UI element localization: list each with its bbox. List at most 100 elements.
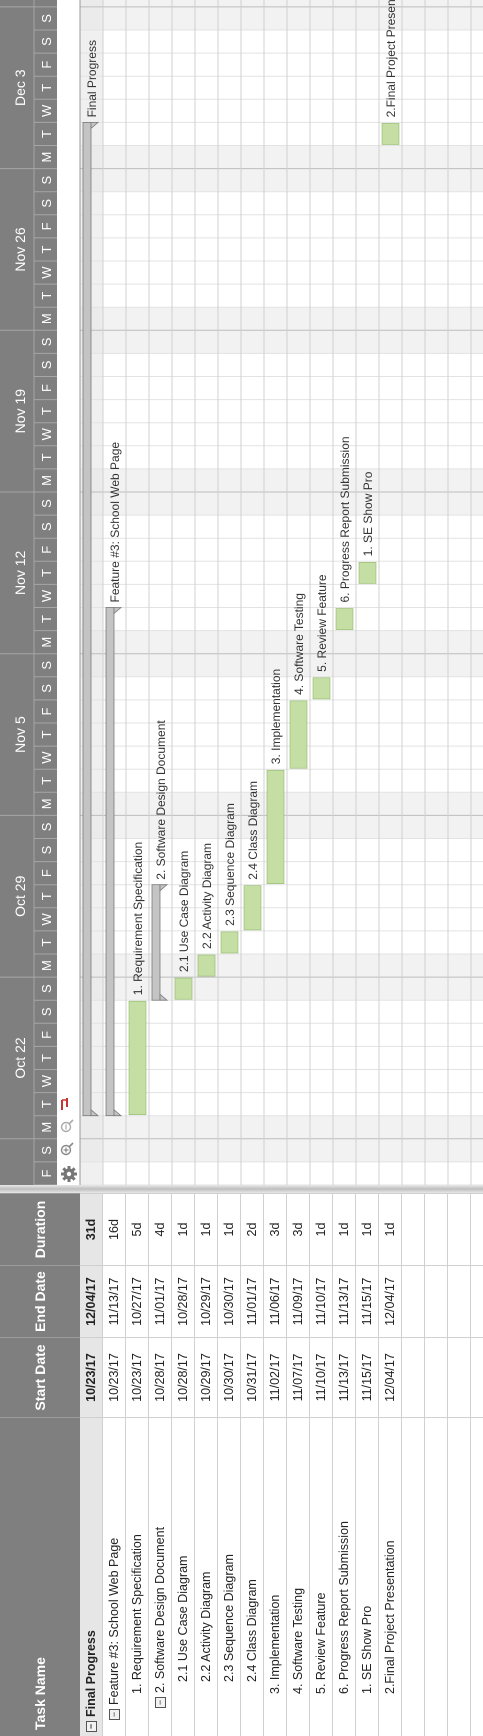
task-start-cell: 10/30/17: [218, 1337, 240, 1417]
table-row[interactable]: 2.2 Activity Diagram 10/29/17 10/29/17 1d: [195, 1193, 218, 1736]
task-bar-label: 2.3 Sequence Diagram: [223, 803, 237, 926]
task-end-cell: 10/27/17: [126, 1265, 148, 1337]
column-header-duration[interactable]: Duration: [0, 1193, 80, 1265]
day-letter: S: [39, 337, 54, 346]
task-name: 1. SE Show Pro: [360, 1605, 374, 1694]
empty-cell: [448, 1193, 470, 1265]
day-letter: M: [39, 798, 54, 809]
task-name-cell: 3. Implementation: [264, 1417, 286, 1736]
empty-cell: [402, 1337, 424, 1417]
task-bar-label: 2.Final Project Presentation: [384, 0, 398, 117]
table-row[interactable]: 2.1 Use Case Diagram 10/28/17 10/28/17 1d: [172, 1193, 195, 1736]
task-bar[interactable]: [197, 954, 216, 977]
day-letter: F: [39, 61, 54, 69]
gear-icon[interactable]: [61, 1166, 77, 1182]
task-bar-label: 4. Software Testing: [292, 593, 306, 695]
task-duration-cell: 16d: [103, 1193, 125, 1265]
task-name-cell: 1. SE Show Pro: [356, 1417, 378, 1736]
task-bar-label: 1. Requirement Specification: [131, 842, 145, 995]
collapse-toggle-icon[interactable]: −: [108, 1709, 120, 1720]
task-bar-body: [381, 123, 400, 145]
day-letter: M: [39, 475, 54, 486]
gantt-view: Task Name Start Date End Date Duration − Fina…: [0, 0, 483, 1736]
table-row[interactable]: − Feature #3: School Web Page 10/23/17 11/1…: [103, 1193, 126, 1736]
task-end-cell: 10/30/17: [218, 1265, 240, 1337]
task-bar[interactable]: [358, 562, 377, 584]
task-bar-label: 2.4 Class Diagram: [246, 781, 260, 880]
task-duration-cell: 1d: [218, 1193, 240, 1265]
column-header-end[interactable]: End Date: [0, 1265, 80, 1337]
task-bar[interactable]: [312, 677, 331, 700]
task-bar[interactable]: [128, 1000, 147, 1115]
day-letter: S: [39, 175, 54, 184]
week-label: Nov 12: [12, 550, 28, 595]
task-bar-body: [220, 931, 239, 954]
task-bar[interactable]: [174, 977, 193, 1000]
empty-row: [448, 1193, 471, 1736]
week-label: Dec 3: [12, 69, 28, 106]
table-row[interactable]: 2.3 Sequence Diagram 10/30/17 10/30/17 1d: [218, 1193, 241, 1736]
pane-splitter[interactable]: [0, 1185, 483, 1193]
task-bar-body: [243, 885, 262, 931]
day-letter: S: [39, 1146, 54, 1155]
table-row[interactable]: 1. Requirement Specification 10/23/17 10/2…: [126, 1193, 149, 1736]
table-row[interactable]: 2.4 Class Diagram 10/31/17 11/01/17 2d: [241, 1193, 264, 1736]
weekend-column: [80, 630, 483, 654]
column-header-start[interactable]: Start Date: [0, 1337, 80, 1417]
day-letter: T: [39, 407, 54, 415]
task-duration-cell: 1d: [310, 1193, 332, 1265]
empty-cell: [402, 1265, 424, 1337]
timeline-toolbar-band: [57, 0, 80, 1185]
collapse-toggle-icon[interactable]: −: [85, 1721, 97, 1732]
summary-bar-end-tab: [113, 607, 123, 615]
gantt-chart: Oct 22 Oct 29 Nov 5 Nov 12 Nov 19 Nov 26 Dec 3…: [0, 0, 483, 1185]
table-row[interactable]: − 2. Software Design Document 10/28/17 11/0…: [149, 1193, 172, 1736]
weekend-column: [80, 6, 483, 30]
task-start-cell: 11/13/17: [333, 1337, 355, 1417]
task-bar[interactable]: [266, 769, 285, 885]
day-letter: T: [39, 615, 54, 623]
task-end-cell: 11/15/17: [356, 1265, 378, 1337]
table-row[interactable]: − Final Progress 10/23/17 12/04/17 31d: [80, 1193, 103, 1736]
task-bar-label: 2.2 Activity Diagram: [200, 843, 214, 949]
day-letter: W: [39, 266, 54, 279]
task-end-cell: 11/09/17: [287, 1265, 309, 1337]
task-bar[interactable]: [243, 885, 262, 931]
table-row[interactable]: 5. Review Feature 11/10/17 11/10/17 1d: [310, 1193, 333, 1736]
task-bar[interactable]: [289, 700, 308, 769]
empty-cell: [425, 1265, 447, 1337]
day-letter: T: [39, 245, 54, 253]
day-letter: W: [39, 1074, 54, 1087]
task-name: Final Progress: [84, 1630, 98, 1717]
task-bar[interactable]: [220, 931, 239, 954]
week-label: Oct 22: [12, 1037, 28, 1078]
empty-cell: [471, 1265, 483, 1337]
task-end-cell: 11/10/17: [310, 1265, 332, 1337]
task-end-cell: 11/13/17: [333, 1265, 355, 1337]
weekend-column: [80, 168, 483, 192]
table-row[interactable]: 2.Final Project Presentation 12/04/17 12/0…: [379, 1193, 402, 1736]
gear-hole: [66, 1171, 72, 1177]
table-row[interactable]: 4. Software Testing 11/07/17 11/09/17 3d: [287, 1193, 310, 1736]
empty-cell: [448, 1337, 470, 1417]
day-letter: S: [39, 822, 54, 831]
task-start-cell: 10/23/17: [126, 1337, 148, 1417]
day-letter: T: [39, 731, 54, 739]
column-header-name[interactable]: Task Name: [0, 1417, 80, 1736]
day-letter: S: [39, 1007, 54, 1016]
table-row[interactable]: 3. Implementation 11/02/17 11/06/17 3d: [264, 1193, 287, 1736]
task-bar-body: [312, 677, 331, 700]
table-row[interactable]: 1. SE Show Pro 11/15/17 11/15/17 1d: [356, 1193, 379, 1736]
task-bar[interactable]: [381, 123, 400, 145]
task-start-cell: 10/29/17: [195, 1337, 217, 1417]
day-letter: T: [39, 84, 54, 92]
empty-cell: [471, 1193, 483, 1265]
weekend-column: [80, 145, 483, 169]
task-end-cell: 11/01/17: [241, 1265, 263, 1337]
day-letter: S: [39, 199, 54, 208]
weekend-column: [80, 1115, 483, 1139]
day-letter: M: [39, 637, 54, 648]
task-bar[interactable]: [335, 608, 354, 630]
table-row[interactable]: 6. Progress Report Submission 11/13/17 11/…: [333, 1193, 356, 1736]
collapse-toggle-icon[interactable]: −: [154, 1697, 166, 1708]
